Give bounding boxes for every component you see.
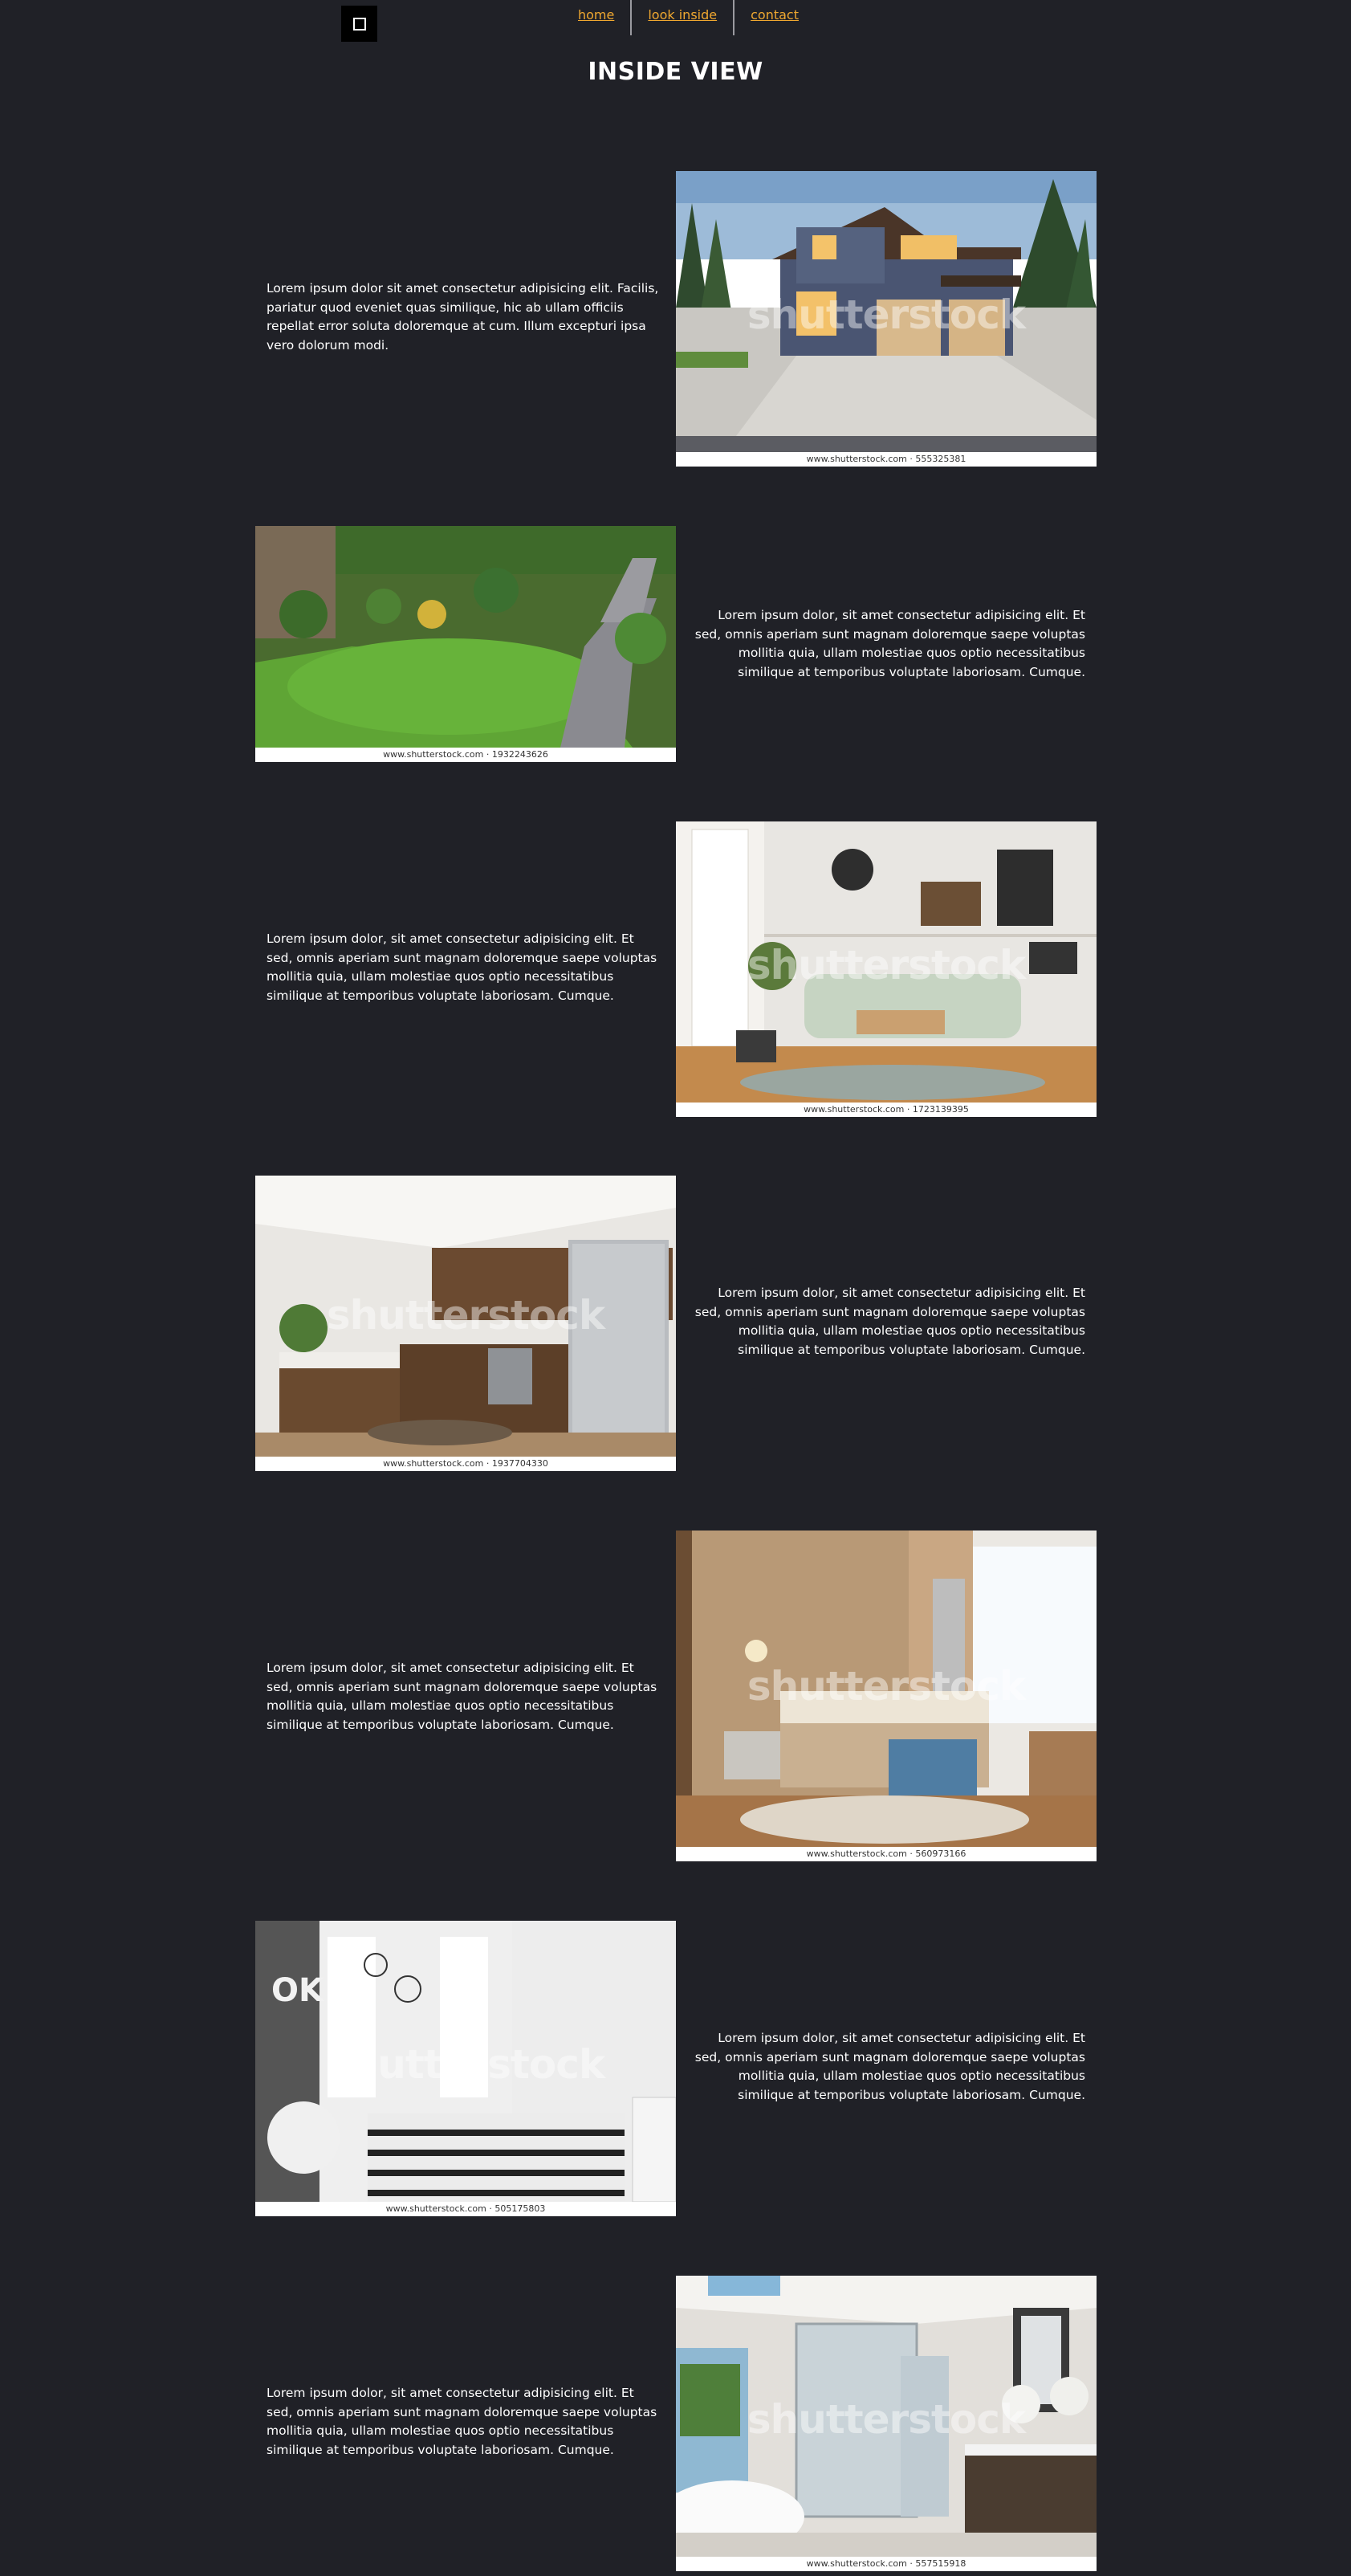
garden-image: www.shutterstock.com · 1932243626 bbox=[255, 526, 676, 762]
section-kitchen: shutterstock www.shutterstock.com · 1937… bbox=[255, 1175, 1097, 1472]
section-bathroom: Lorem ipsum dolor, sit amet consectetur … bbox=[255, 2275, 1097, 2572]
image-caption: www.shutterstock.com · 557515918 bbox=[676, 2557, 1097, 2571]
section-house: Lorem ipsum dolor sit amet consectetur a… bbox=[255, 170, 1097, 467]
image-caption: www.shutterstock.com · 505175803 bbox=[255, 2202, 676, 2216]
image-caption: www.shutterstock.com · 555325381 bbox=[676, 452, 1097, 467]
section-living-room: Lorem ipsum dolor, sit amet consectetur … bbox=[255, 821, 1097, 1118]
watermark: shutterstock bbox=[747, 942, 1026, 988]
section-text: Lorem ipsum dolor sit amet consectetur a… bbox=[267, 281, 659, 353]
page: home look inside contact INSIDE VIEW Lor… bbox=[0, 0, 1351, 2576]
nav-link-contact[interactable]: contact bbox=[735, 0, 815, 28]
living-room-image: shutterstock www.shutterstock.com · 1723… bbox=[676, 821, 1097, 1117]
section-kids-bedroom: OK shutterstock www.shutterstock.com · 5… bbox=[255, 1920, 1097, 2217]
bathroom-image: shutterstock www.shutterstock.com · 5575… bbox=[676, 2276, 1097, 2571]
nav-link-look-inside[interactable]: look inside bbox=[632, 0, 733, 28]
section-text: Lorem ipsum dolor, sit amet consectetur … bbox=[694, 608, 1085, 679]
main-nav: home look inside contact bbox=[562, 0, 815, 35]
kids-bedroom-image: OK shutterstock www.shutterstock.com · 5… bbox=[255, 1921, 676, 2216]
watermark: shutterstock bbox=[747, 1663, 1026, 1710]
page-title: INSIDE VIEW bbox=[588, 58, 763, 86]
watermark: shutterstock bbox=[747, 291, 1026, 338]
square-icon bbox=[352, 17, 366, 31]
image-caption: www.shutterstock.com · 1723139395 bbox=[676, 1103, 1097, 1117]
section-text: Lorem ipsum dolor, sit amet consectetur … bbox=[267, 931, 657, 1003]
section-text: Lorem ipsum dolor, sit amet consectetur … bbox=[267, 1661, 657, 1732]
house-exterior-image: shutterstock www.shutterstock.com · 5553… bbox=[676, 171, 1097, 467]
nav-link-home[interactable]: home bbox=[562, 0, 630, 28]
logo[interactable] bbox=[341, 6, 377, 42]
image-caption: www.shutterstock.com · 1932243626 bbox=[255, 748, 676, 762]
watermark: shutterstock bbox=[747, 2396, 1026, 2443]
bedroom-image: shutterstock www.shutterstock.com · 5609… bbox=[676, 1531, 1097, 1861]
svg-text:OK: OK bbox=[271, 1972, 325, 2009]
watermark: shutterstock bbox=[326, 2041, 605, 2088]
kitchen-image: shutterstock www.shutterstock.com · 1937… bbox=[255, 1176, 676, 1471]
image-caption: www.shutterstock.com · 1937704330 bbox=[255, 1457, 676, 1471]
watermark: shutterstock bbox=[326, 1292, 605, 1339]
section-text: Lorem ipsum dolor, sit amet consectetur … bbox=[694, 1286, 1085, 1357]
section-text: Lorem ipsum dolor, sit amet consectetur … bbox=[267, 2386, 657, 2457]
section-text: Lorem ipsum dolor, sit amet consectetur … bbox=[694, 2031, 1085, 2102]
section-garden: www.shutterstock.com · 1932243626 Lorem … bbox=[255, 526, 1097, 764]
image-caption: www.shutterstock.com · 560973166 bbox=[676, 1847, 1097, 1861]
section-bedroom: Lorem ipsum dolor, sit amet consectetur … bbox=[255, 1530, 1097, 1862]
